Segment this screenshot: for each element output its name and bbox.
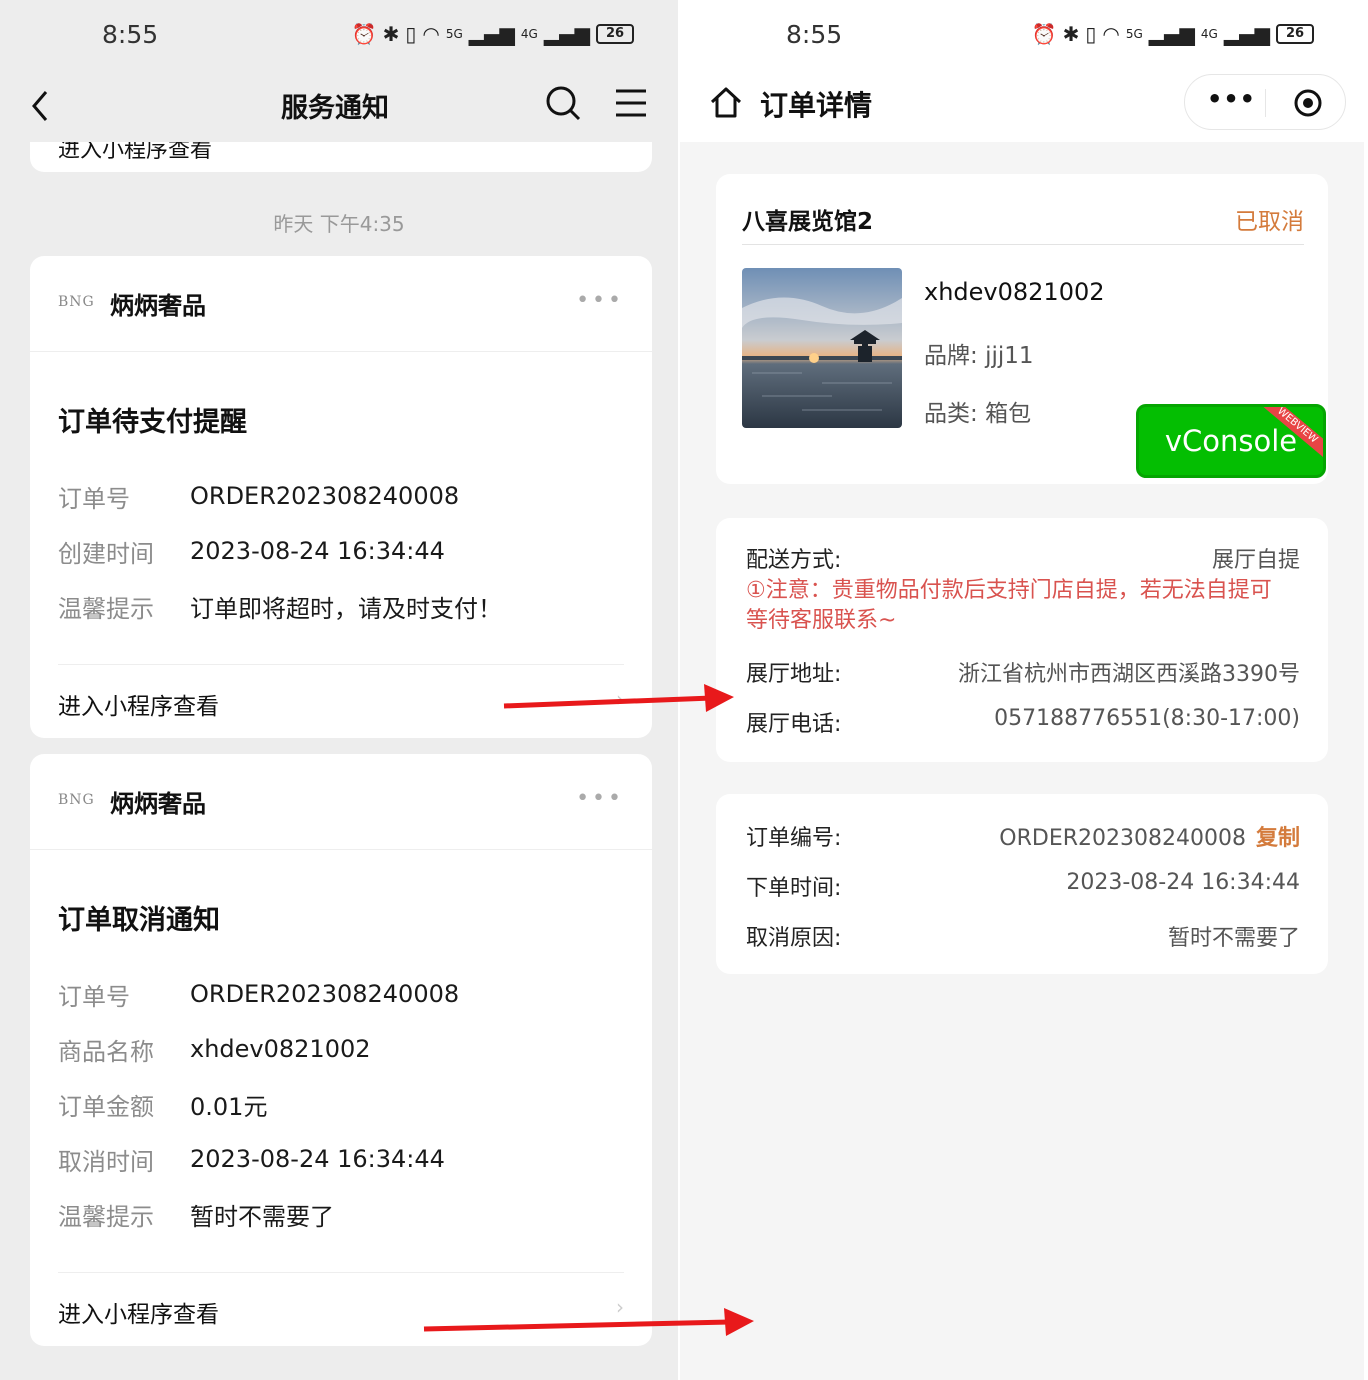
annotation-arrow [423, 1308, 754, 1336]
annotation-arrows [423, 684, 754, 1336]
annotation-arrow [503, 684, 734, 712]
